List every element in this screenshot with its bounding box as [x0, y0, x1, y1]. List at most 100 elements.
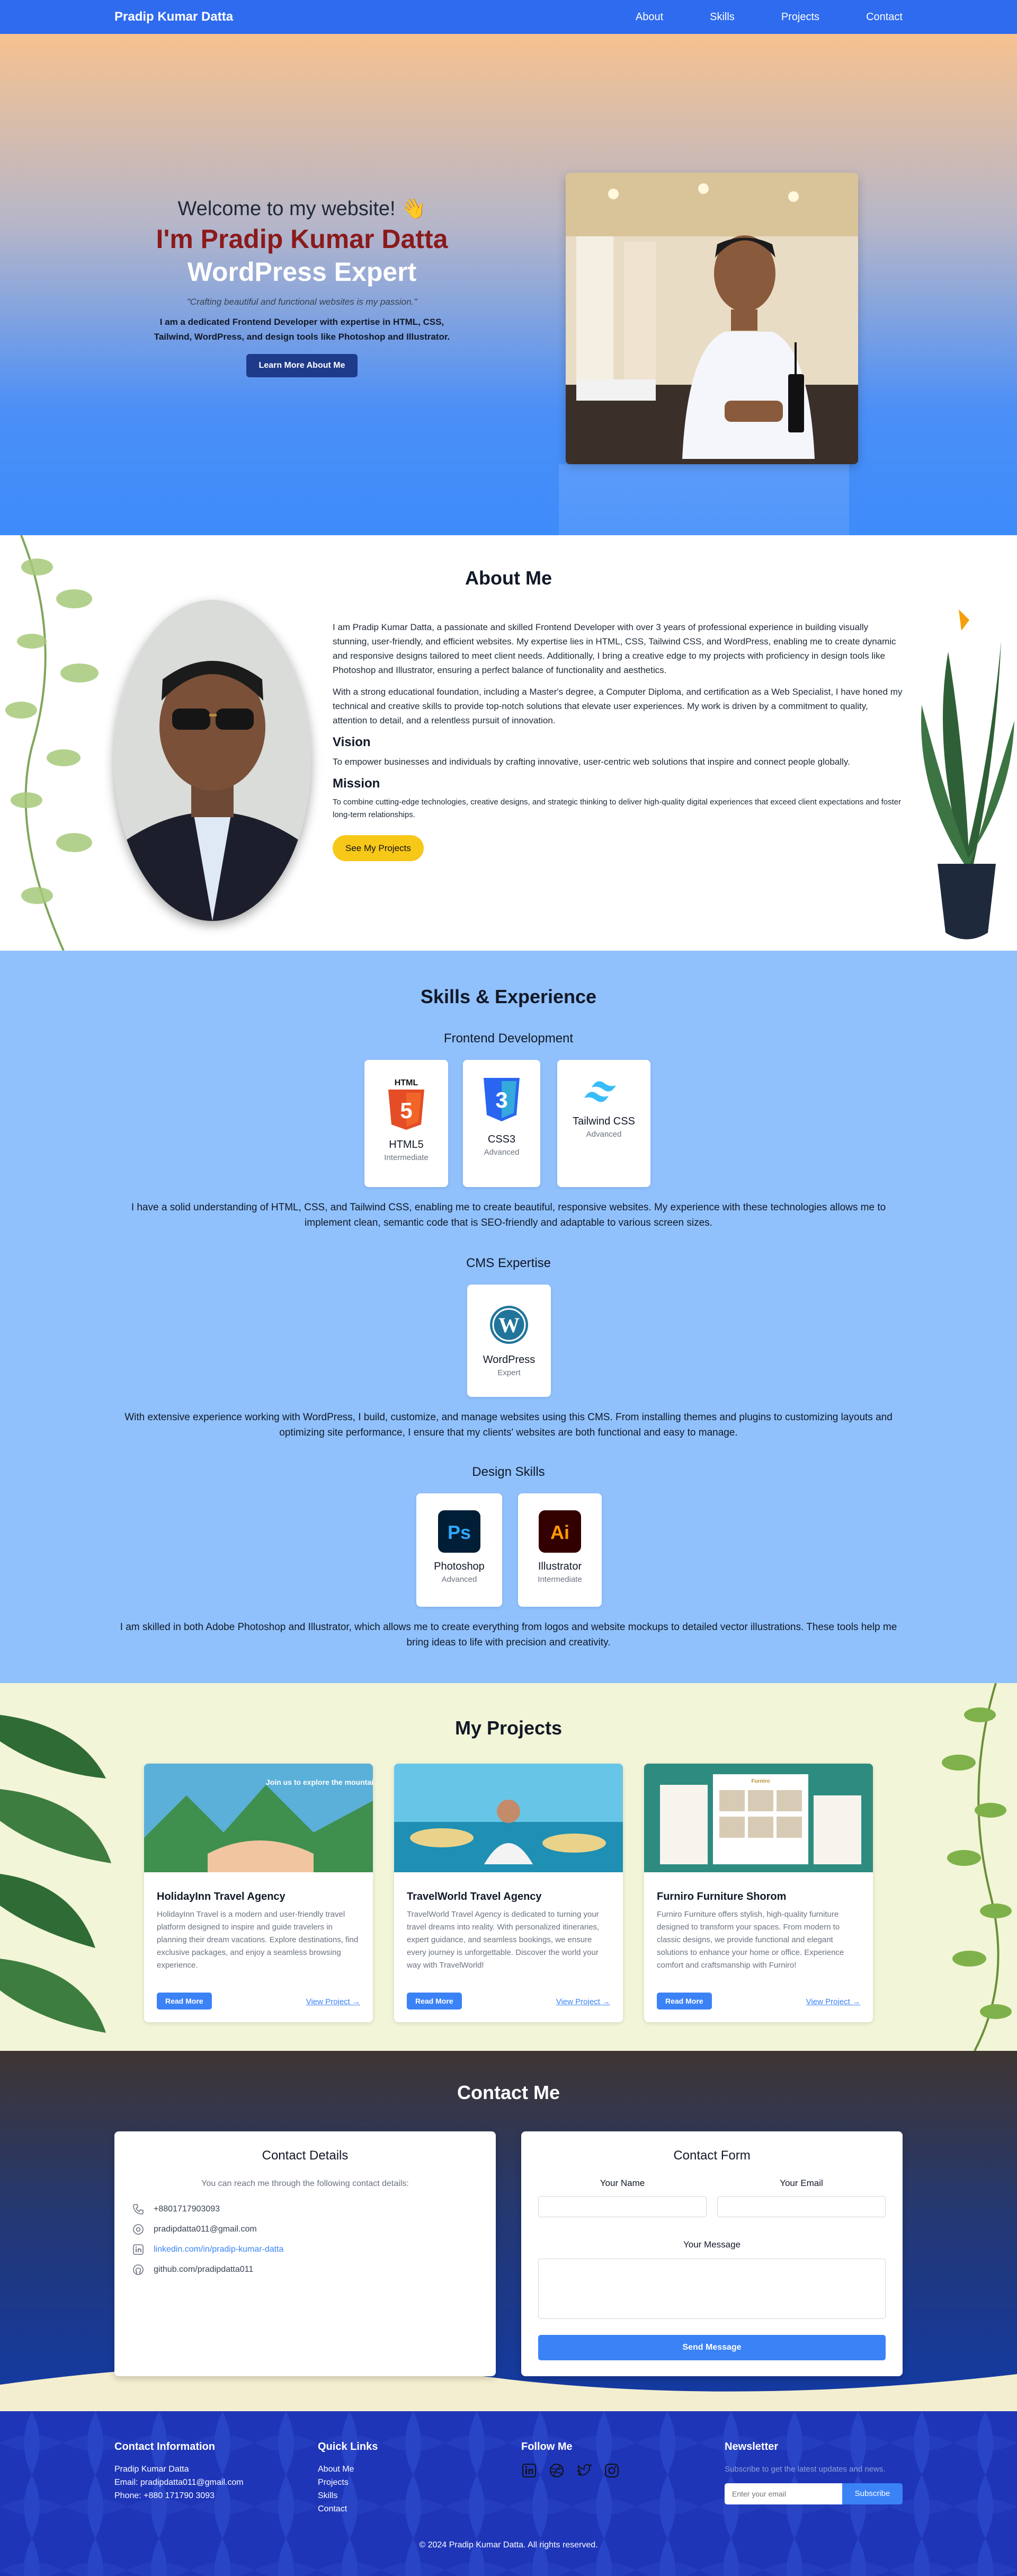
project-card-travelworld: TravelWorld Travel Agency TravelWorld Tr…	[394, 1764, 623, 2022]
project-description: TravelWorld Travel Agency is dedicated t…	[407, 1910, 600, 1970]
hero-section: Welcome to my website! 👋 I'm Pradip Kuma…	[0, 34, 1017, 569]
site-footer: Contact Information Pradip Kumar Datta E…	[0, 2411, 1017, 2576]
project-title: HolidayInn Travel Agency	[157, 1891, 286, 1902]
svg-text:Ai: Ai	[550, 1521, 569, 1543]
hero-role: WordPress Expert	[187, 257, 417, 287]
send-message-button[interactable]: Send Message	[538, 2335, 886, 2360]
footer-follow-title: Follow Me	[521, 2441, 573, 2453]
hero-welcome: Welcome to my website! 👋	[177, 198, 426, 220]
view-project-link[interactable]: View Project →	[556, 1997, 610, 2006]
contact-phone: +8801717903093	[154, 2205, 220, 2214]
read-more-button[interactable]: Read More	[157, 1993, 212, 2010]
html5-icon: HTML 5	[388, 1078, 424, 1130]
footer-links-title: Quick Links	[318, 2441, 378, 2453]
view-project-link[interactable]: View Project →	[306, 1997, 360, 2006]
project-description: HolidayInn Travel is a modern and user-f…	[157, 1910, 359, 1970]
footer-newsletter: Newsletter Subscribe to get the latest u…	[725, 2441, 903, 2504]
css3-icon: 3	[484, 1078, 520, 1121]
phone-icon	[133, 2204, 144, 2215]
footer-contact-info: Contact Information Pradip Kumar Datta E…	[114, 2441, 244, 2502]
contact-form-card: Contact Form Your Name Your Email Your M…	[521, 2131, 903, 2376]
footer-link-skills[interactable]: Skills	[318, 2489, 378, 2502]
footer-info-name: Pradip Kumar Datta	[114, 2465, 189, 2474]
nav-link-projects[interactable]: Projects	[781, 11, 819, 23]
name-label: Your Name	[600, 2178, 645, 2188]
tailwind-icon	[584, 1081, 616, 1102]
learn-more-button[interactable]: Learn More About Me	[246, 354, 358, 377]
skill-level: Advanced	[441, 1575, 477, 1584]
svg-text:HTML: HTML	[395, 1078, 418, 1087]
project-description: Furniro Furniture offers stylish, high-q…	[657, 1910, 844, 1970]
hero-photo	[566, 173, 858, 464]
about-section: About Me I am Pradip Kumar Datta, a pass…	[0, 535, 1017, 951]
footer-info-title: Contact Information	[114, 2441, 215, 2453]
project-image[interactable]	[394, 1764, 623, 1872]
twitter-icon[interactable]	[576, 2463, 592, 2478]
linkedin-icon[interactable]	[521, 2463, 537, 2478]
see-projects-button[interactable]: See My Projects	[333, 835, 424, 861]
nav-link-contact[interactable]: Contact	[866, 11, 903, 23]
footer-follow: Follow Me	[521, 2441, 620, 2478]
svg-text:5: 5	[400, 1098, 412, 1123]
contact-github[interactable]: github.com/pradipdatta011	[154, 2265, 253, 2274]
project-title: TravelWorld Travel Agency	[407, 1891, 542, 1902]
at-sign-icon	[133, 2224, 144, 2235]
newsletter-email-input[interactable]	[725, 2483, 842, 2504]
svg-text:3: 3	[495, 1087, 507, 1112]
footer-link-about[interactable]: About Me	[318, 2463, 378, 2476]
message-textarea[interactable]	[538, 2259, 886, 2319]
dribbble-icon[interactable]	[549, 2463, 565, 2478]
skill-card-html5: HTML 5 HTML5 Intermediate	[364, 1060, 448, 1187]
design-subtitle: Design Skills	[472, 1465, 545, 1479]
footer-link-projects[interactable]: Projects	[318, 2476, 378, 2489]
email-input[interactable]	[717, 2196, 886, 2217]
about-photo	[114, 600, 311, 921]
projects-section: My Projects Join us to explore the mount…	[0, 1683, 1017, 2051]
subscribe-button[interactable]: Subscribe	[842, 2483, 903, 2504]
skill-name: CSS3	[487, 1134, 516, 1145]
project-card-furniro: Furniro Furniro Furniture Shorom Furniro…	[644, 1764, 873, 2022]
illustrator-icon: Ai	[539, 1510, 581, 1553]
name-input[interactable]	[538, 2196, 707, 2217]
nav-link-skills[interactable]: Skills	[710, 11, 735, 23]
view-project-link[interactable]: View Project →	[806, 1997, 860, 2006]
contact-title: Contact Me	[457, 2082, 560, 2103]
contact-phone-row: +8801717903093	[132, 2199, 496, 2219]
projects-title: My Projects	[454, 1717, 563, 1739]
footer-quick-links: Quick Links About Me Projects Skills Con…	[318, 2441, 378, 2516]
contact-details-intro: You can reach me through the following c…	[201, 2179, 409, 2188]
about-title: About Me	[465, 567, 552, 589]
vision-heading: Vision	[333, 735, 371, 749]
footer-link-contact[interactable]: Contact	[318, 2502, 378, 2516]
about-paragraph-1: I am Pradip Kumar Datta, a passionate an…	[333, 622, 896, 675]
brand-logo[interactable]: Pradip Kumar Datta	[114, 10, 233, 24]
skill-level: Advanced	[484, 1148, 520, 1157]
skill-name: Tailwind CSS	[573, 1116, 635, 1127]
newsletter-text: Subscribe to get the latest updates and …	[725, 2465, 886, 2474]
frontend-subtitle: Frontend Development	[443, 1031, 574, 1046]
contact-details-card: Contact Details You can reach me through…	[114, 2131, 496, 2376]
contact-linkedin[interactable]: linkedin.com/in/pradip-kumar-datta	[154, 2245, 283, 2254]
project-image[interactable]: Join us to explore the mountains	[144, 1764, 373, 1872]
github-icon	[133, 2264, 144, 2275]
contact-details-title: Contact Details	[262, 2148, 349, 2163]
hero-text-block: Welcome to my website! 👋 I'm Pradip Kuma…	[127, 197, 477, 377]
skill-card-wordpress: W WordPress Expert	[467, 1285, 551, 1397]
vision-text: To empower businesses and individuals by…	[333, 757, 850, 767]
nav-link-about[interactable]: About	[636, 11, 663, 23]
skill-name: WordPress	[483, 1354, 536, 1366]
linkedin-icon	[133, 2244, 144, 2255]
contact-form-title: Contact Form	[673, 2148, 751, 2163]
contact-email[interactable]: pradipdatta011@gmail.com	[154, 2225, 257, 2234]
read-more-button[interactable]: Read More	[407, 1993, 462, 2010]
project-image[interactable]: Furniro	[644, 1764, 873, 1872]
hero-name: I'm Pradip Kumar Datta	[156, 224, 448, 254]
project-card-holidayinn: Join us to explore the mountains Holiday…	[144, 1764, 373, 2022]
cms-description: With extensive experience working with W…	[124, 1412, 893, 1438]
instagram-icon[interactable]	[604, 2463, 620, 2478]
read-more-button[interactable]: Read More	[657, 1993, 712, 2010]
contact-github-row: github.com/pradipdatta011	[132, 2260, 496, 2280]
top-navbar: Pradip Kumar Datta About Skills Projects…	[0, 0, 1017, 34]
wordpress-icon: W	[490, 1306, 528, 1344]
hero-description: I am a dedicated Frontend Developer with…	[154, 317, 450, 342]
